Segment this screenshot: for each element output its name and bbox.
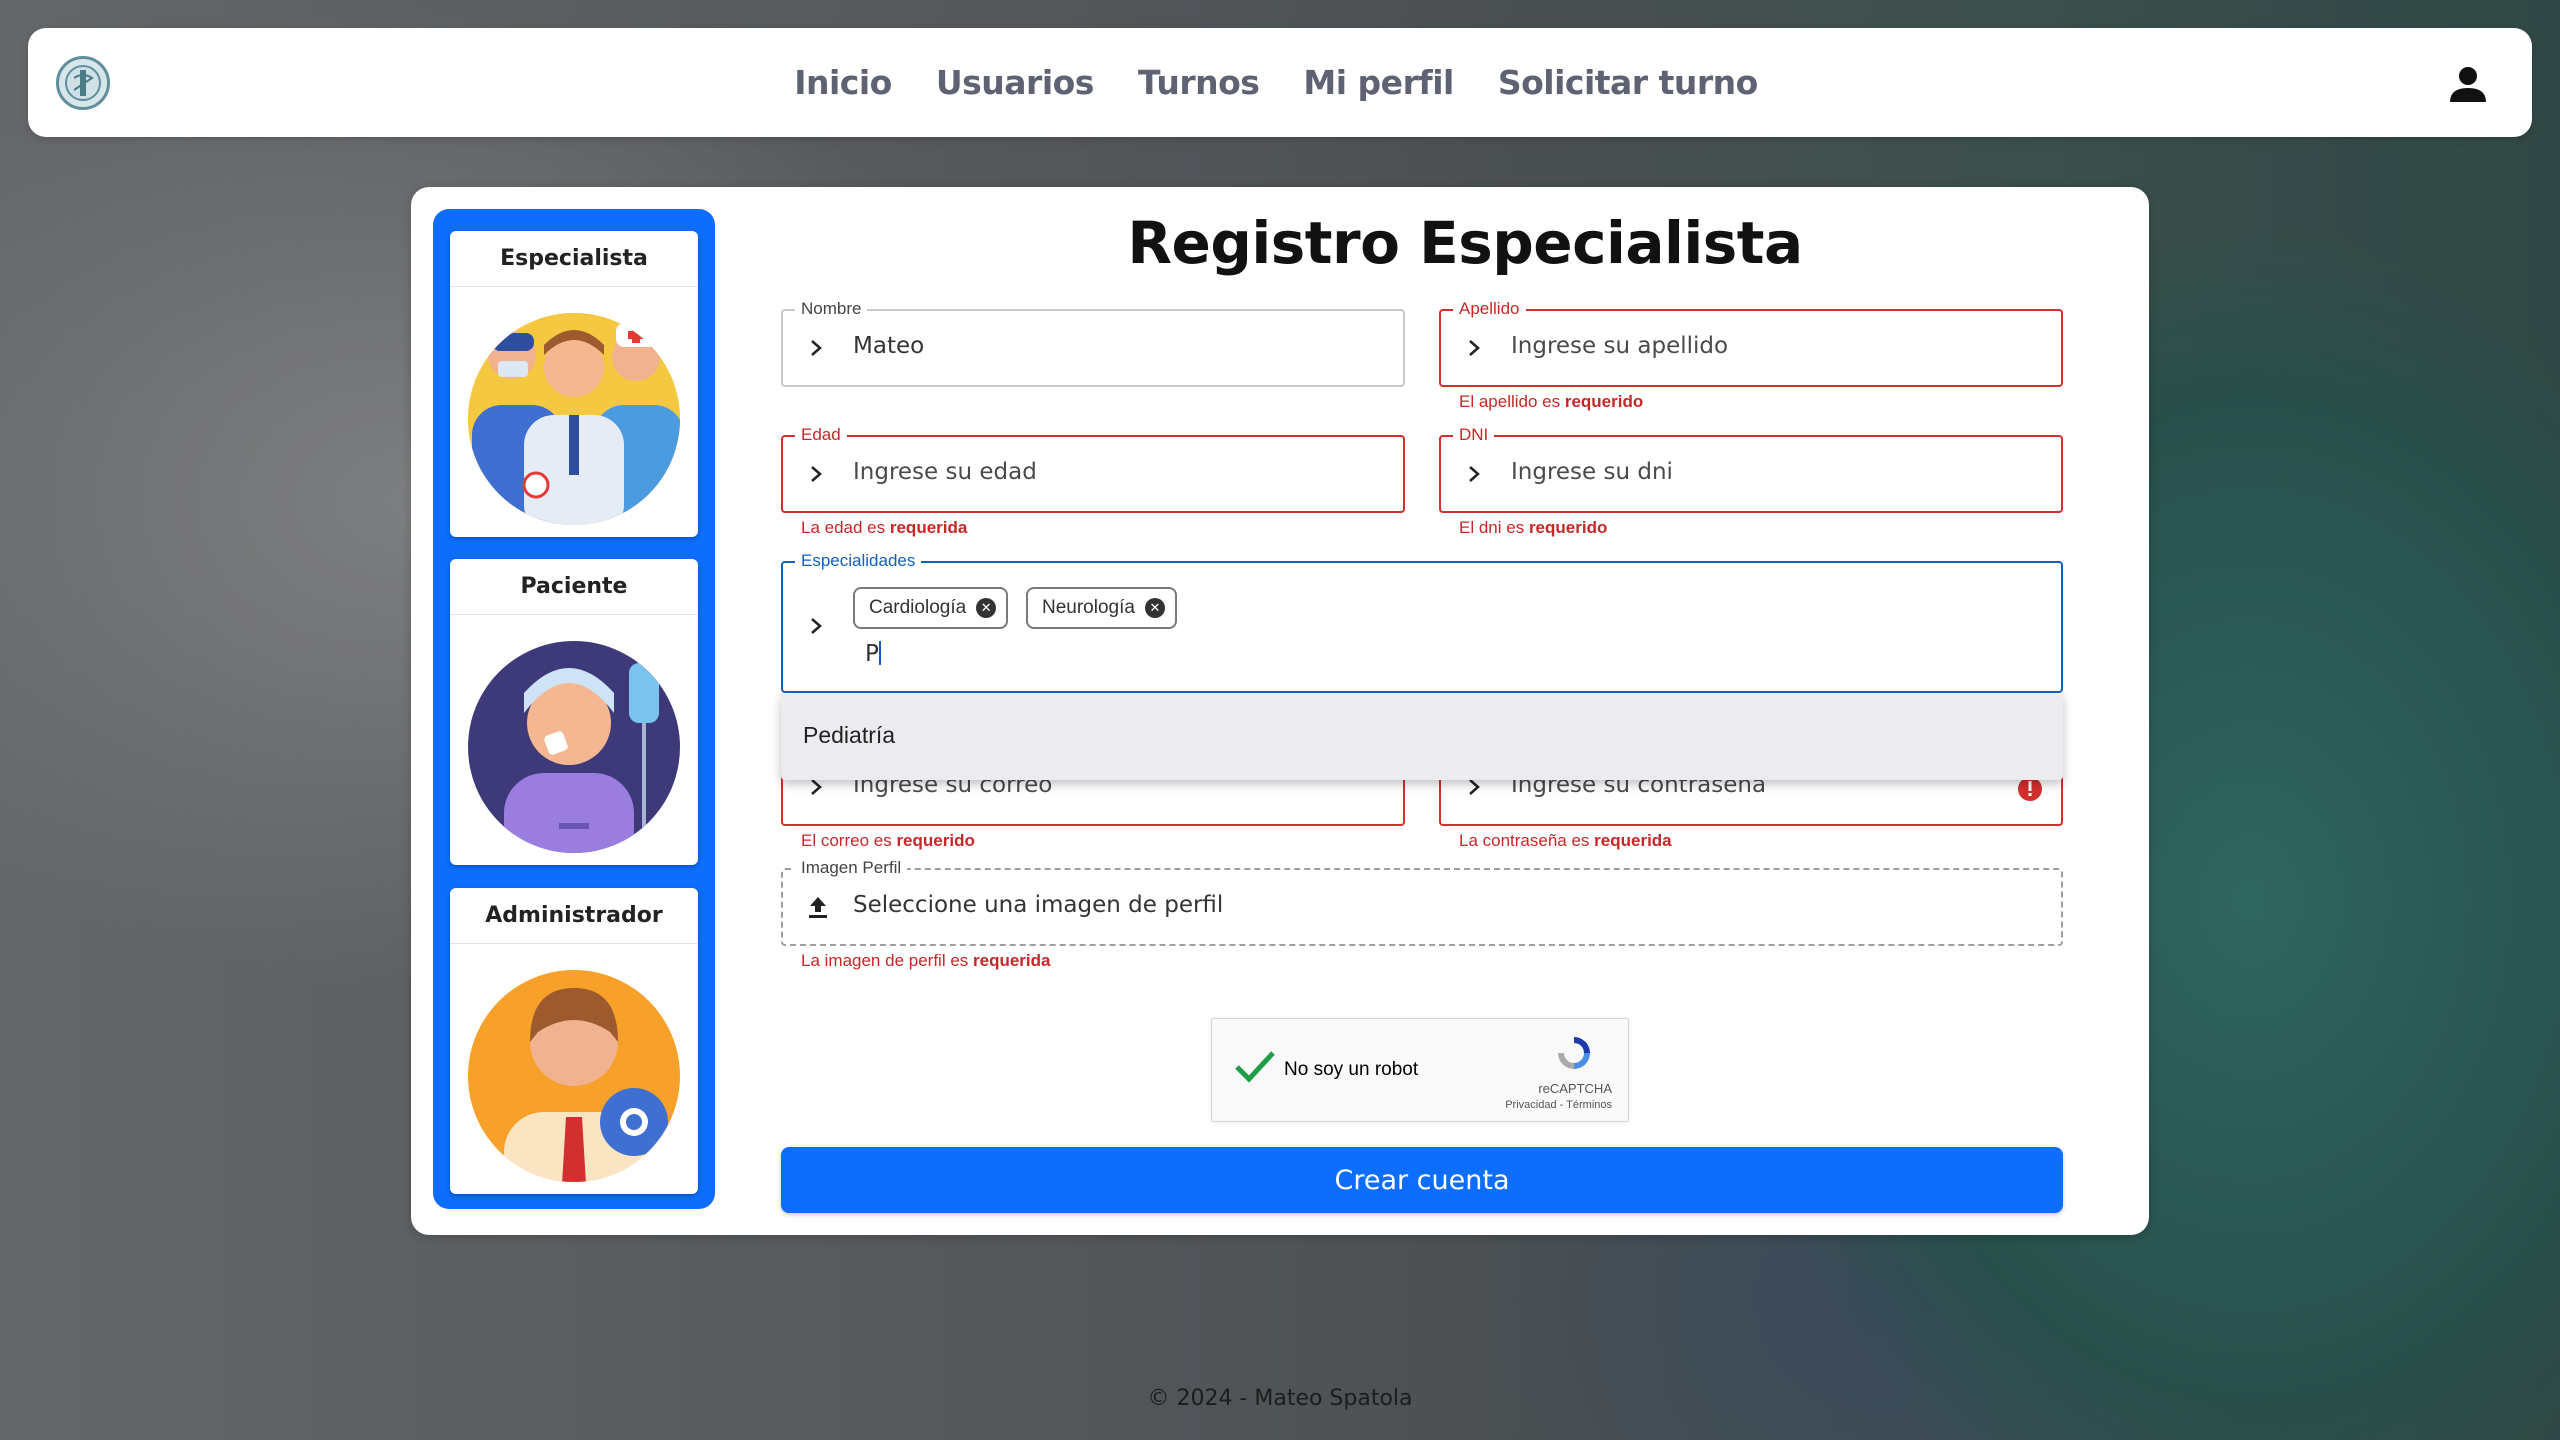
doctors-group-illustration [468, 313, 680, 527]
field-label: Especialidades [795, 551, 922, 571]
edad-input[interactable]: Ingrese su edad [853, 459, 1037, 485]
role-selector-panel: Especialista Paciente Administrador [433, 209, 715, 1209]
recaptcha-links[interactable]: Privacidad - Términos [1505, 1099, 1612, 1111]
remove-chip-icon[interactable]: ✕ [976, 598, 997, 618]
recaptcha-widget: No soy un robot reCAPTCHA Privacidad - T… [1211, 1018, 1629, 1122]
autocomplete-dropdown: Pediatría [781, 694, 2063, 780]
chip-label: Neurología [1042, 597, 1135, 618]
patient-illustration [468, 641, 680, 853]
nombre-field[interactable]: Nombre Mateo [781, 299, 1405, 387]
role-title: Especialista [450, 231, 698, 287]
chevron-right-icon [1469, 466, 1480, 482]
crear-cuenta-button[interactable]: Crear cuenta [781, 1147, 2063, 1213]
field-label: Imagen Perfil [795, 858, 908, 878]
imagen-perfil-placeholder: Seleccione una imagen de perfil [853, 892, 1224, 918]
role-card-paciente[interactable]: Paciente [450, 559, 698, 865]
chip-cardiologia[interactable]: Cardiología ✕ [853, 587, 1009, 629]
field-label: Apellido [1453, 299, 1526, 319]
apellido-input[interactable]: Ingrese su apellido [1511, 333, 1728, 359]
field-label: Nombre [795, 299, 868, 319]
nav-link-turnos[interactable]: Turnos [1138, 63, 1260, 102]
dropdown-option-pediatria[interactable]: Pediatría [803, 722, 895, 749]
role-title: Paciente [450, 559, 698, 615]
especialidades-input[interactable]: P [865, 641, 881, 667]
checkmark-icon[interactable] [1234, 1049, 1276, 1085]
navbar: Inicio Usuarios Turnos Mi perfil Solicit… [28, 28, 2532, 137]
correo-error: El correo es requerido [801, 831, 975, 850]
field-label: Edad [795, 425, 847, 445]
dni-field[interactable]: DNI Ingrese su dni [1439, 425, 2063, 513]
dni-error: El dni es requerido [1459, 518, 1608, 537]
nav-link-usuarios[interactable]: Usuarios [936, 63, 1095, 102]
upload-icon [809, 897, 827, 918]
role-card-administrador[interactable]: Administrador [450, 888, 698, 1194]
imagen-error: La imagen de perfil es requerida [801, 951, 1051, 970]
role-card-especialista[interactable]: Especialista [450, 231, 698, 537]
remove-chip-icon[interactable]: ✕ [1144, 598, 1165, 618]
nav-link-mi-perfil[interactable]: Mi perfil [1303, 63, 1454, 102]
chevron-right-icon [811, 340, 822, 356]
chevron-right-icon [811, 618, 822, 634]
field-label: DNI [1453, 425, 1495, 445]
especialidades-field[interactable]: Especialidades Cardiología ✕ Neurología … [781, 551, 2063, 693]
nombre-input[interactable]: Mateo [853, 333, 924, 359]
chevron-right-icon [1469, 340, 1480, 356]
chevron-right-icon [811, 466, 822, 482]
contrasena-error: La contraseña es requerida [1459, 831, 1672, 850]
page-title: Registro Especialista [1127, 209, 1803, 277]
role-title: Administrador [450, 888, 698, 944]
apellido-field[interactable]: Apellido Ingrese su apellido [1439, 299, 2063, 387]
apellido-error: El apellido es requerido [1459, 392, 1644, 411]
nav-link-solicitar-turno[interactable]: Solicitar turno [1498, 63, 1758, 102]
chip-neurologia[interactable]: Neurología ✕ [1026, 587, 1177, 629]
recaptcha-brand: reCAPTCHA [1538, 1081, 1612, 1096]
recaptcha-label: No soy un robot [1284, 1059, 1419, 1080]
footer-copyright: © 2024 - Mateo Spatola [1147, 1386, 1413, 1411]
nav-links: Inicio Usuarios Turnos Mi perfil Solicit… [28, 28, 2532, 137]
register-card: Especialista Paciente Administrador Regi… [411, 187, 2149, 1235]
user-icon[interactable] [2448, 64, 2488, 104]
edad-error: La edad es requerida [801, 518, 968, 537]
edad-field[interactable]: Edad Ingrese su edad [781, 425, 1405, 513]
dni-input[interactable]: Ingrese su dni [1511, 459, 1673, 485]
recaptcha-logo-icon [1558, 1037, 1590, 1069]
chip-label: Cardiología [869, 597, 967, 618]
imagen-perfil-field[interactable]: Imagen Perfil Seleccione una imagen de p… [781, 858, 2063, 946]
admin-illustration [468, 970, 680, 1182]
nav-link-inicio[interactable]: Inicio [794, 63, 892, 102]
